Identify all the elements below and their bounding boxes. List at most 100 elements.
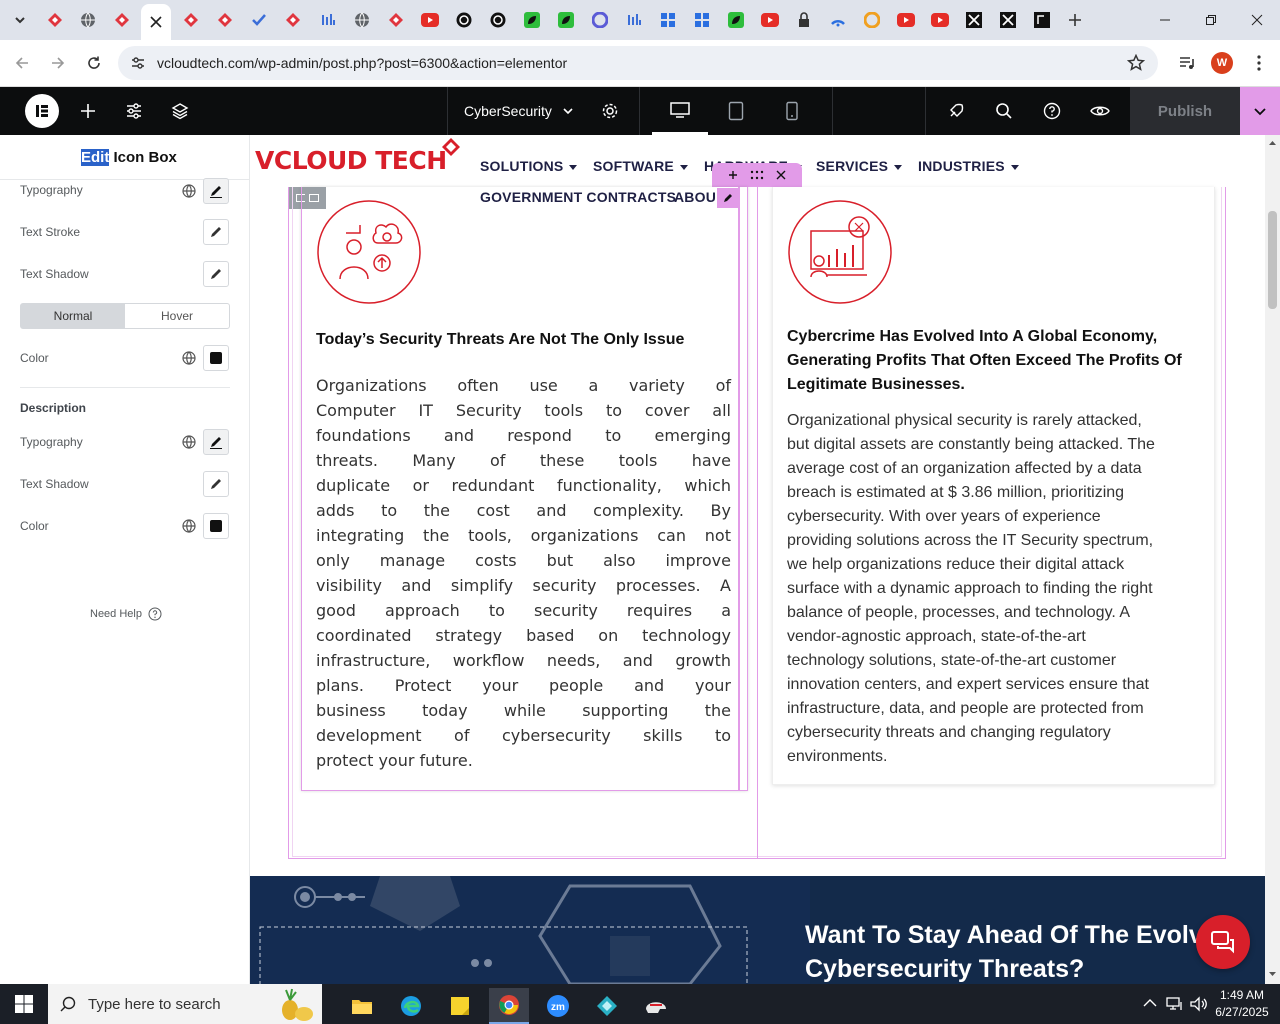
browser-tab[interactable] — [40, 6, 70, 34]
browser-tab[interactable] — [176, 6, 206, 34]
scroll-down-icon[interactable] — [1268, 971, 1277, 977]
tab-search-button[interactable] — [5, 6, 35, 34]
browser-tab[interactable] — [1027, 6, 1057, 34]
help-button[interactable] — [1040, 87, 1064, 135]
restore-button[interactable] — [1188, 0, 1234, 40]
reload-button[interactable] — [79, 48, 109, 78]
new-tab-button[interactable] — [1063, 8, 1087, 32]
canvas-scrollbar[interactable] — [1265, 135, 1280, 984]
browser-tab[interactable] — [73, 6, 103, 34]
taskbar-edge[interactable] — [391, 988, 431, 1024]
text-shadow-edit-button[interactable] — [203, 261, 229, 287]
browser-tab[interactable] — [347, 6, 377, 34]
notes-button[interactable] — [944, 87, 968, 135]
browser-tab[interactable] — [313, 6, 343, 34]
taskbar-app-helmet[interactable] — [636, 988, 676, 1024]
media-controls-button[interactable] — [1172, 48, 1202, 78]
back-button[interactable] — [7, 48, 37, 78]
mobile-view-button[interactable] — [780, 87, 804, 135]
desc-color-picker[interactable] — [203, 513, 229, 539]
nav-item-solutions[interactable]: SOLUTIONS — [480, 158, 578, 174]
site-settings-button[interactable] — [122, 87, 146, 135]
browser-tab[interactable] — [823, 6, 853, 34]
browser-tab[interactable] — [653, 6, 683, 34]
icon-box-card-2[interactable]: Cybercrime Has Evolved Into A Global Eco… — [772, 187, 1215, 785]
title-color-picker[interactable] — [203, 345, 229, 371]
browser-tab[interactable] — [755, 6, 785, 34]
url-omnibox[interactable]: vcloudtech.com/wp-admin/post.php?post=63… — [118, 46, 1158, 80]
forward-button[interactable] — [43, 48, 73, 78]
browser-tab[interactable] — [449, 6, 479, 34]
profile-avatar[interactable]: W — [1211, 52, 1233, 74]
browser-tab[interactable] — [278, 6, 308, 34]
preview-button[interactable] — [1088, 87, 1112, 135]
nav-item-industries[interactable]: INDUSTRIES — [918, 158, 1019, 174]
text-stroke-edit-button[interactable] — [203, 219, 229, 245]
taskbar-search-box[interactable]: Type here to search — [48, 984, 322, 1024]
volume-icon[interactable] — [1190, 996, 1208, 1012]
browser-tab[interactable] — [415, 6, 445, 34]
close-window-button[interactable] — [1234, 0, 1280, 40]
taskbar-sticky-notes[interactable] — [440, 988, 480, 1024]
bookmark-star-icon[interactable] — [1127, 54, 1145, 72]
browser-tab[interactable] — [857, 6, 887, 34]
browser-tab[interactable] — [244, 6, 274, 34]
desc-color-global[interactable] — [176, 513, 202, 539]
title-typography-responsive[interactable] — [176, 178, 202, 204]
page-name-dropdown[interactable]: CyberSecurity — [464, 87, 579, 135]
browser-tab[interactable] — [381, 6, 411, 34]
browser-tab[interactable] — [687, 6, 717, 34]
browser-tab[interactable] — [210, 6, 240, 34]
browser-tab[interactable] — [993, 6, 1023, 34]
network-icon[interactable] — [1166, 996, 1184, 1012]
browser-tab[interactable] — [517, 6, 547, 34]
title-color-global[interactable] — [176, 345, 202, 371]
browser-tab[interactable] — [619, 6, 649, 34]
active-tab-close-button[interactable] — [141, 4, 171, 40]
need-help-link[interactable]: Need Help — [90, 607, 162, 621]
publish-button[interactable]: Publish — [1130, 87, 1240, 135]
browser-tab[interactable] — [789, 6, 819, 34]
tab-normal[interactable]: Normal — [21, 304, 125, 328]
browser-tab[interactable] — [585, 6, 615, 34]
taskbar-clock[interactable]: 1:49 AM 6/27/2025 — [1214, 987, 1270, 1021]
url-text[interactable]: vcloudtech.com/wp-admin/post.php?post=63… — [157, 55, 567, 71]
publish-options-button[interactable] — [1240, 87, 1280, 135]
browser-tab[interactable] — [721, 6, 751, 34]
search-button[interactable] — [992, 87, 1016, 135]
show-hidden-icons[interactable] — [1143, 998, 1157, 1008]
site-info-icon[interactable] — [130, 55, 146, 71]
elementor-menu-button[interactable] — [24, 87, 60, 135]
tab-hover[interactable]: Hover — [125, 304, 229, 328]
browser-tab[interactable] — [959, 6, 989, 34]
desc-typography-responsive[interactable] — [176, 429, 202, 455]
add-element-button[interactable] — [76, 87, 100, 135]
drag-handle-icon[interactable] — [750, 170, 764, 180]
nav-item-software[interactable]: SOFTWARE — [593, 158, 688, 174]
taskbar-file-explorer[interactable] — [342, 988, 382, 1024]
tablet-view-button[interactable] — [724, 87, 748, 135]
add-section-icon[interactable] — [728, 170, 738, 180]
icon-box-card-1[interactable]: Today’s Security Threats Are Not The Onl… — [301, 187, 748, 791]
desc-text-shadow-edit-button[interactable] — [203, 471, 229, 497]
browser-tab[interactable] — [925, 6, 955, 34]
scroll-up-icon[interactable] — [1268, 140, 1277, 146]
browser-tab[interactable] — [551, 6, 581, 34]
site-logo[interactable]: VCLOUD TECH — [255, 137, 460, 187]
nav-item-services[interactable]: SERVICES — [816, 158, 903, 174]
browser-tab[interactable] — [483, 6, 513, 34]
browser-tab[interactable] — [891, 6, 921, 34]
taskbar-zoom[interactable]: zm — [538, 988, 578, 1024]
chat-button[interactable] — [1196, 915, 1250, 969]
taskbar-chrome[interactable] — [489, 988, 529, 1024]
title-typography-edit-button[interactable] — [203, 178, 229, 204]
close-icon[interactable] — [776, 170, 786, 180]
minimize-button[interactable] — [1142, 0, 1188, 40]
desc-typography-edit-button[interactable] — [203, 429, 229, 455]
start-button[interactable] — [4, 984, 44, 1024]
page-settings-button[interactable] — [598, 87, 622, 135]
desktop-view-button[interactable] — [652, 87, 708, 135]
browser-menu-button[interactable] — [1244, 48, 1274, 78]
structure-button[interactable] — [168, 87, 192, 135]
scroll-thumb[interactable] — [1268, 211, 1277, 309]
